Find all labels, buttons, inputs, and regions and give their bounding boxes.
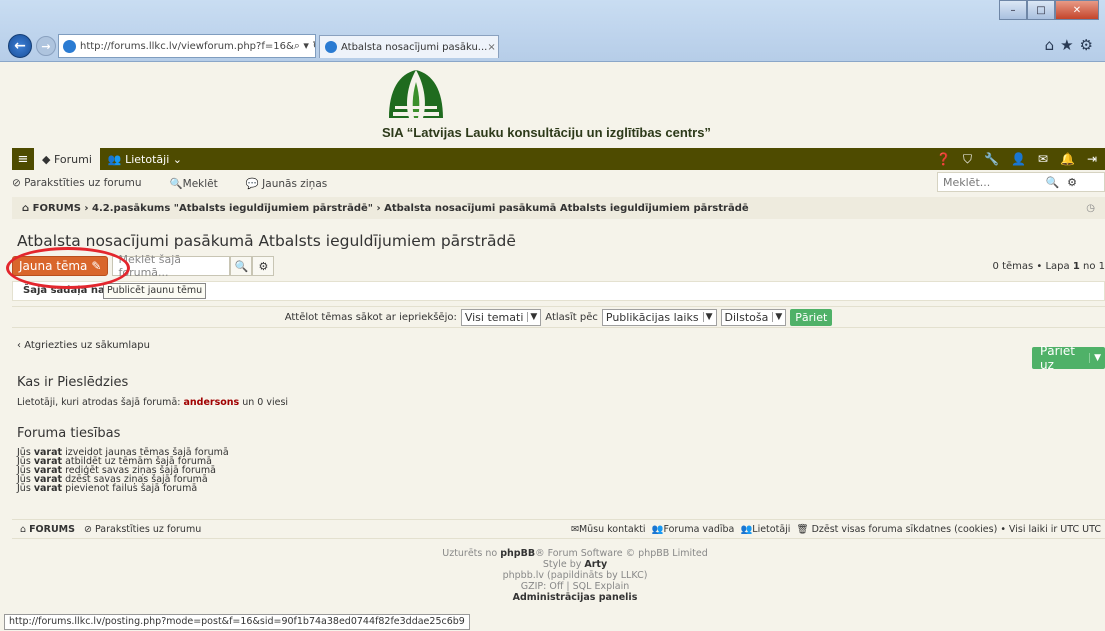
window-controls: – □ ✕: [999, 0, 1099, 20]
ie-page-icon: [63, 39, 76, 53]
breadcrumb-mid[interactable]: 4.2.pasākums "Atbalsts ieguldījumiem pār…: [92, 203, 373, 214]
browser-status-url: http://forums.llkc.lv/posting.php?mode=p…: [4, 614, 470, 630]
logout-icon[interactable]: ⇥: [1087, 152, 1097, 167]
help-icon[interactable]: ❓: [936, 152, 951, 167]
new-topic-tooltip: Publicēt jaunu tēmu: [103, 283, 207, 299]
gzip-sql-line[interactable]: GZIP: Off | SQL Explain: [380, 581, 770, 592]
search-icon[interactable]: 🔍: [230, 256, 253, 276]
address-bar[interactable]: http://forums.llkc.lv/viewforum.php?f=16…: [58, 34, 316, 58]
chat-bubble-icon: ◆: [42, 152, 54, 166]
llkc-logo-icon[interactable]: [383, 68, 449, 126]
users-icon: 👥: [107, 152, 126, 166]
subscribe-link[interactable]: ⊘ Parakstīties uz forumu: [12, 177, 156, 189]
forum-search-input[interactable]: Meklēt šajā forumā...: [112, 253, 231, 279]
brand-name: SIA “Latvijas Lauku konsultāciju un izgl…: [382, 125, 711, 140]
footer-contact-link[interactable]: ✉Mūsu kontakti: [571, 524, 646, 535]
breadcrumb-current[interactable]: Atbalsta nosacījumi pasākumā Atbalsts ie…: [384, 203, 749, 214]
footer-subscribe-link[interactable]: ⊘ Parakstīties uz forumu: [84, 524, 201, 535]
breadcrumb-root[interactable]: FORUMS: [33, 203, 81, 214]
sort-bar: Attēlot tēmas sākot ar iepriekšējo: Visi…: [12, 306, 1105, 328]
chevron-down-icon: ▼: [702, 312, 713, 322]
browser-tools-icon[interactable]: ⌂★⚙: [1045, 36, 1099, 54]
new-topic-button[interactable]: Jauna tēma ✎: [12, 256, 109, 276]
online-user-link[interactable]: andersons: [183, 397, 239, 408]
arty-link[interactable]: Arty: [584, 559, 607, 570]
footer-members-link[interactable]: 👥Lietotāji: [740, 524, 790, 535]
sort-label: Atlasīt pēc: [545, 311, 598, 323]
permission-line: Jūs varat pievienot failus šajā forumā: [17, 483, 198, 494]
nav-forums[interactable]: ◆ Forumi: [34, 148, 100, 170]
tab-close-icon[interactable]: ×: [487, 42, 495, 53]
show-label: Attēlot tēmas sākot ar iepriekšējo:: [284, 311, 457, 323]
home-icon[interactable]: ⌂: [20, 524, 29, 535]
close-window-icon[interactable]: ✕: [1055, 0, 1099, 20]
gear-icon[interactable]: ⚙: [252, 256, 275, 276]
back-arrow-icon[interactable]: ←: [8, 34, 32, 58]
footer-cookies-link[interactable]: 🗑 Dzēst visas foruma sīkdatnes (cookies): [796, 524, 997, 535]
wrench-icon[interactable]: 🔧: [984, 152, 999, 167]
edit-icon: ✎: [91, 259, 102, 273]
sort-direction-select[interactable]: Dilstoša ▼: [720, 308, 787, 326]
chevron-down-icon: ▼: [772, 312, 782, 322]
minimize-icon[interactable]: –: [999, 0, 1027, 20]
main-navbar: ≡ ◆ Forumi 👥 Lietotāji ⌄ ❓ ⛉ 🔧 👤 ✉ 🔔 ⇥: [12, 148, 1105, 170]
notifications-icon[interactable]: 🔔: [1060, 152, 1075, 167]
phpbb-link[interactable]: phpBB: [500, 548, 535, 559]
shield-icon[interactable]: ⛉: [963, 152, 972, 167]
maximize-icon[interactable]: □: [1027, 0, 1055, 20]
address-text: http://forums.llkc.lv/viewforum.php?f=16…: [80, 40, 294, 52]
phpbb-lv-line[interactable]: phpbb.lv (papildināts by LLKC): [380, 570, 770, 581]
chevron-down-icon: ▼: [527, 312, 537, 322]
copyright-block: Uzturēts no phpBB® Forum Software © phpB…: [380, 548, 770, 603]
forward-arrow-icon[interactable]: →: [36, 36, 56, 56]
sub-navbar: ⊘ Parakstīties uz forumu 🔍Meklēt 💬 Jaunā…: [12, 172, 1105, 194]
chevron-down-icon: ⌄: [169, 152, 182, 166]
online-heading: Kas ir Pieslēdzies: [17, 375, 129, 390]
hamburger-menu-icon[interactable]: ≡: [12, 148, 34, 170]
back-to-index-link[interactable]: ‹ Atgriezties uz sākumlapu: [17, 340, 150, 351]
navbar-tools: ❓ ⛉ 🔧 👤 ✉ 🔔 ⇥: [936, 152, 1105, 167]
messages-icon[interactable]: ✉: [1038, 152, 1048, 167]
user-icon[interactable]: 👤: [1011, 152, 1026, 167]
browser-chrome: – □ ✕ ← → http://forums.llkc.lv/viewforu…: [0, 0, 1105, 62]
search-refresh-icon[interactable]: ⌕ ▾ ↻: [294, 39, 315, 53]
go-button[interactable]: Pāriet: [790, 308, 833, 326]
new-posts-link[interactable]: 💬 Jaunās ziņas: [246, 177, 342, 190]
topic-action-bar: Jauna tēma ✎ Meklēt šajā forumā... 🔍 ⚙ 0 …: [12, 253, 1105, 279]
breadcrumb-sep: ›: [373, 202, 385, 214]
page-title[interactable]: Atbalsta nosacījumi pasākumā Atbalsts ie…: [17, 232, 516, 250]
site-search-input[interactable]: Meklēt... 🔍⚙: [937, 172, 1105, 192]
clock-icon: ◷: [1086, 202, 1095, 214]
ie-tab-icon: [325, 41, 337, 53]
footer-timezone: • Visi laiki ir UTC UTC: [1000, 523, 1101, 535]
footer-team-link[interactable]: 👥Foruma vadība: [652, 524, 735, 535]
admin-panel-link[interactable]: Administrācijas panelis: [513, 592, 638, 603]
footer-root-link[interactable]: FORUMS: [29, 524, 75, 535]
search-gear-icons[interactable]: 🔍⚙: [1045, 176, 1085, 189]
breadcrumb-sep: ›: [80, 202, 93, 214]
jump-to-button[interactable]: Pāriet uz ▼: [1032, 344, 1105, 372]
breadcrumb: ⌂ FORUMS › 4.2.pasākums "Atbalsts ieguld…: [12, 197, 1105, 219]
online-text: Lietotāji, kuri atrodas šajā forumā: and…: [17, 397, 289, 408]
footer-navbar: ⌂ FORUMS ⊘ Parakstīties uz forumu ✉Mūsu …: [12, 519, 1105, 539]
sort-by-select[interactable]: Publikācijas laiks ▼: [601, 308, 717, 326]
site-banner: SIA “Latvijas Lauku konsultāciju un izgl…: [0, 63, 1105, 148]
tab-title: Atbalsta nosacījumi pasāku...: [341, 41, 488, 53]
chevron-down-icon: ▼: [1089, 353, 1105, 363]
pagination-info: 0 tēmas • Lapa 1 no 1: [992, 260, 1105, 272]
nav-users[interactable]: 👥 Lietotāji ⌄: [100, 148, 190, 170]
search-link[interactable]: 🔍Meklēt: [170, 177, 232, 190]
browser-tab[interactable]: Atbalsta nosacījumi pasāku... ×: [319, 35, 499, 58]
show-topics-select[interactable]: Visi temati ▼: [460, 308, 542, 326]
home-icon[interactable]: ⌂: [22, 203, 33, 214]
permissions-heading: Foruma tiesības: [17, 426, 121, 441]
